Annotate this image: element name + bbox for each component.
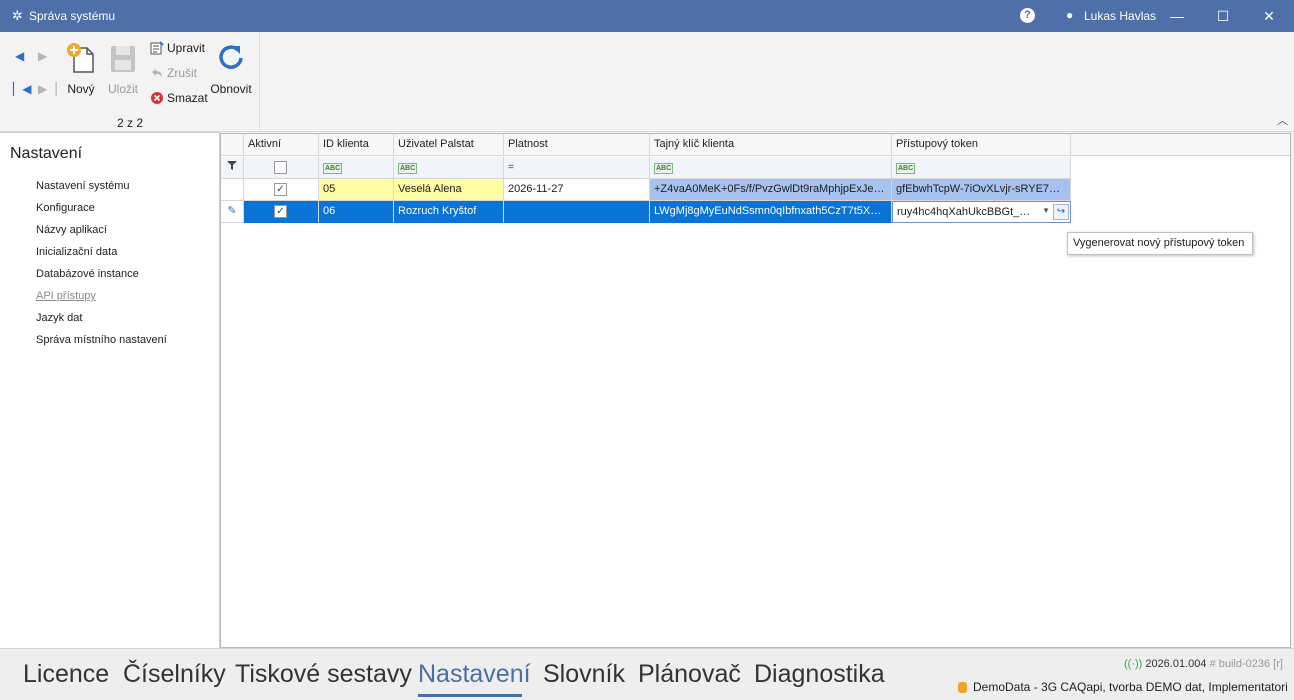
- column-header-empty: [1071, 134, 1290, 156]
- sidebar-item-api-access[interactable]: API přístupy: [36, 290, 96, 302]
- tab-ciselniky[interactable]: Číselníky: [123, 660, 226, 689]
- user-icon: ●: [1066, 8, 1074, 22]
- new-document-icon: [67, 43, 94, 73]
- save-icon: [111, 46, 135, 72]
- sidebar-item-data-language[interactable]: Jazyk dat: [36, 312, 82, 324]
- column-header-validity[interactable]: Platnost: [504, 134, 650, 156]
- filter-validity[interactable]: =: [504, 157, 650, 179]
- refresh-icon: [219, 45, 243, 69]
- module-tab-bar: Licence Číselníky Tiskové sestavy Nastav…: [0, 648, 1294, 700]
- client-secret-cell[interactable]: +Z4vaA0MeK+0Fs/f/PvzGwlDt9raMphjpExJe7l.…: [650, 179, 892, 201]
- cancel-button[interactable]: Zrušit: [150, 65, 197, 81]
- edit-row-pencil-icon: ✎: [221, 201, 244, 223]
- ribbon: ◀ ▶ ▏◀ ▶▕ Nový Uložit Upravit Zrušit Sma…: [0, 32, 1294, 132]
- connection-signal-icon: ((·)): [1124, 658, 1143, 670]
- sidebar-item-application-names[interactable]: Názvy aplikací: [36, 224, 107, 236]
- access-token-editor[interactable]: ruy4hc4hqXahUkcBBGt_2b... ▼ ↪: [892, 201, 1071, 223]
- gear-icon: ✲: [12, 8, 23, 23]
- settings-sidebar: Nastavení Nastavení systému Konfigurace …: [0, 132, 220, 648]
- client-id-cell[interactable]: 05: [319, 179, 394, 201]
- chevron-down-icon[interactable]: ▼: [1042, 206, 1050, 215]
- sidebar-item-configuration[interactable]: Konfigurace: [36, 202, 95, 214]
- tab-planovac[interactable]: Plánovač: [638, 660, 741, 689]
- access-token-value: ruy4hc4hqXahUkcBBGt_2b...: [897, 206, 1041, 218]
- api-access-grid: Aktivní ID klienta Uživatel Palstat Plat…: [220, 133, 1291, 648]
- validity-cell[interactable]: 2026-11-27: [504, 179, 650, 201]
- tab-nastaveni[interactable]: Nastavení: [418, 660, 531, 689]
- sidebar-item-database-instances[interactable]: Databázové instance: [36, 268, 139, 280]
- close-button[interactable]: ✕: [1246, 0, 1292, 32]
- user-cell[interactable]: Rozruch Kryštof: [394, 201, 504, 223]
- first-record-icon[interactable]: ▏◀: [13, 82, 31, 96]
- table-row[interactable]: ✎ ✓ 06 Rozruch Kryštof LWgMj8gMyEuNdSsmn…: [221, 201, 1290, 223]
- collapse-ribbon-icon[interactable]: ︿: [1277, 112, 1288, 128]
- next-record-icon[interactable]: ▶: [38, 49, 47, 63]
- refresh-button[interactable]: Obnovit: [209, 42, 253, 96]
- filter-access-token[interactable]: ABC: [892, 157, 1071, 179]
- column-header-active[interactable]: Aktivní: [244, 134, 319, 156]
- previous-record-icon[interactable]: ◀: [15, 49, 24, 63]
- new-button[interactable]: Nový: [59, 42, 103, 96]
- minimize-button[interactable]: —: [1154, 0, 1200, 32]
- access-token-cell[interactable]: gfEbwhTcpW-7iOvXLvjr-sRYE7us...: [892, 179, 1071, 201]
- filter-row: ABC ABC = ABC ABC: [221, 157, 1290, 179]
- undo-icon: [150, 66, 164, 80]
- database-name: DemoData - 3G CAQapi, tvorba DEMO dat, I…: [973, 680, 1288, 694]
- new-label: Nový: [67, 82, 95, 96]
- last-record-icon[interactable]: ▶▕: [38, 82, 56, 96]
- row-indicator: [221, 179, 244, 201]
- sidebar-item-local-settings[interactable]: Správa místního nastavení: [36, 334, 167, 346]
- tab-tiskove-sestavy[interactable]: Tiskové sestavy: [235, 660, 412, 689]
- edit-icon: [150, 41, 164, 55]
- active-tab-indicator: [418, 694, 522, 697]
- header-indicator-cell: [221, 134, 244, 156]
- regenerate-token-tooltip: Vygenerovat nový přístupový token: [1067, 232, 1253, 255]
- window-title: Správa systému: [29, 9, 116, 23]
- filter-active-checkbox[interactable]: [244, 157, 319, 179]
- user-name[interactable]: Lukas Havlas: [1084, 9, 1156, 23]
- filter-icon[interactable]: [221, 157, 244, 179]
- table-row[interactable]: ✓ 05 Veselá Alena 2026-11-27 +Z4vaA0MeK+…: [221, 179, 1290, 201]
- delete-button[interactable]: Smazat: [150, 90, 208, 106]
- column-header-client-id[interactable]: ID klienta: [319, 134, 394, 156]
- regenerate-token-icon[interactable]: ↪: [1053, 204, 1069, 220]
- active-checkbox[interactable]: ✓: [244, 201, 319, 223]
- title-bar: ✲ Správa systému ? ● Lukas Havlas — ☐ ✕: [0, 0, 1294, 32]
- column-header-user[interactable]: Uživatel Palstat: [394, 134, 504, 156]
- database-icon: [958, 682, 967, 694]
- active-checkbox[interactable]: ✓: [244, 179, 319, 201]
- maximize-button[interactable]: ☐: [1200, 0, 1246, 32]
- version-info: ((·)) 2026.01.004 # build-0236 [r]: [1124, 658, 1283, 670]
- version-number: 2026.01.004: [1145, 658, 1207, 670]
- delete-icon: [150, 91, 164, 105]
- sidebar-item-initialization-data[interactable]: Inicializační data: [36, 246, 117, 258]
- client-id-cell[interactable]: 06: [319, 201, 394, 223]
- column-header-access-token[interactable]: Přístupový token: [892, 134, 1071, 156]
- column-header-client-secret[interactable]: Tajný klíč klienta: [650, 134, 892, 156]
- delete-label: Smazat: [167, 90, 208, 105]
- ribbon-separator: [259, 32, 260, 130]
- edit-button[interactable]: Upravit: [150, 40, 205, 56]
- tab-slovnik[interactable]: Slovník: [543, 660, 625, 689]
- client-secret-cell[interactable]: LWgMj8gMyEuNdSsmn0qIbfnxath5CzT7t5XHiT..…: [650, 201, 892, 223]
- filter-client-id[interactable]: ABC: [319, 157, 394, 179]
- sidebar-title: Nastavení: [10, 145, 83, 162]
- save-label: Uložit: [107, 82, 138, 96]
- cancel-label: Zrušit: [167, 65, 197, 80]
- refresh-label: Obnovit: [210, 82, 252, 96]
- database-info: DemoData - 3G CAQapi, tvorba DEMO dat, I…: [958, 680, 1288, 694]
- filter-client-secret[interactable]: ABC: [650, 157, 892, 179]
- filter-user[interactable]: ABC: [394, 157, 504, 179]
- build-number: # build-0236 [r]: [1209, 658, 1283, 670]
- edit-label: Upravit: [167, 40, 206, 55]
- save-button[interactable]: Uložit: [101, 42, 145, 96]
- user-cell[interactable]: Veselá Alena: [394, 179, 504, 201]
- grid-header: Aktivní ID klienta Uživatel Palstat Plat…: [221, 134, 1290, 156]
- record-counter: 2 z 2: [116, 116, 143, 130]
- sidebar-item-system-settings[interactable]: Nastavení systému: [36, 180, 130, 192]
- help-icon[interactable]: ?: [1020, 8, 1035, 23]
- tab-licence[interactable]: Licence: [23, 660, 109, 689]
- validity-cell[interactable]: [504, 201, 650, 223]
- tab-diagnostika[interactable]: Diagnostika: [754, 660, 885, 689]
